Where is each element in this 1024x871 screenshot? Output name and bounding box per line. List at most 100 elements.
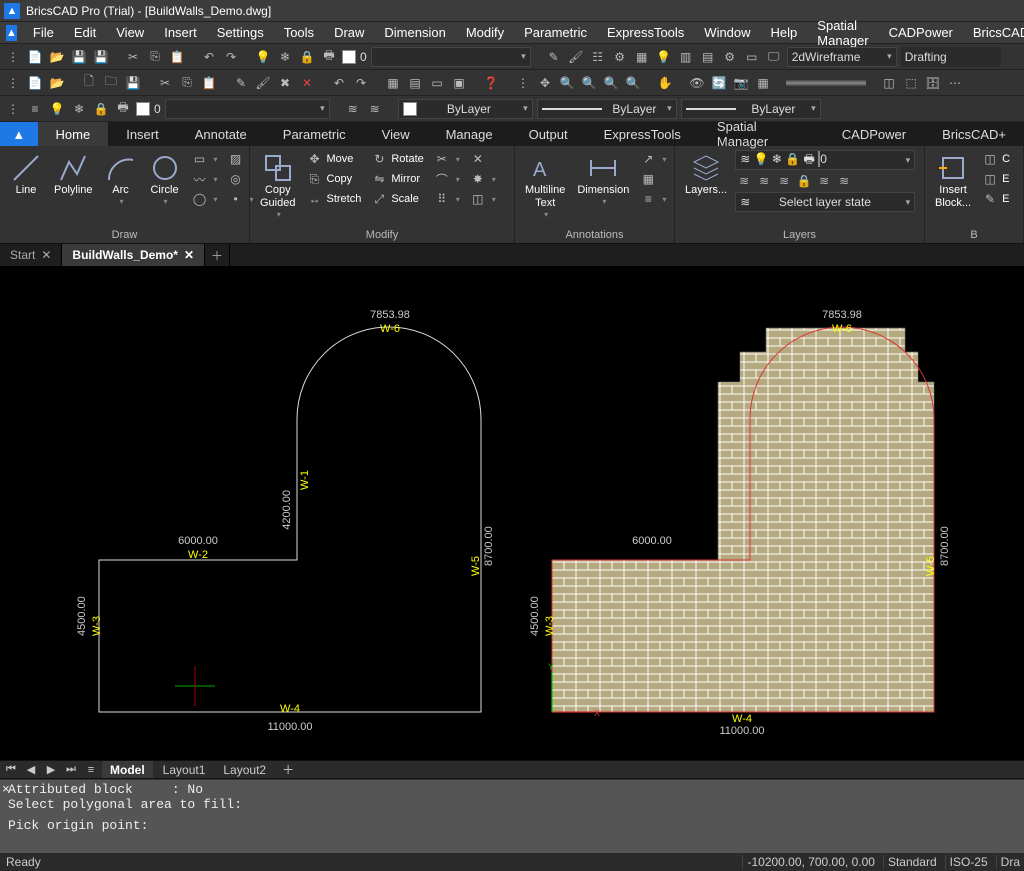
style-icon[interactable]: ☷ — [589, 48, 607, 66]
lock-icon[interactable]: 🔒 — [298, 48, 316, 66]
redo-icon[interactable]: ↷ — [222, 48, 240, 66]
block-sub2-button[interactable]: ◫E — [979, 170, 1013, 188]
status-textstyle[interactable]: Standard — [883, 855, 941, 869]
lineweight-slider[interactable] — [786, 80, 866, 86]
draw-sub1-button[interactable]: ▭▾ — [189, 150, 221, 168]
close-icon[interactable]: ✕ — [41, 248, 51, 262]
open-icon[interactable]: 📂 — [48, 48, 66, 66]
layerlock-icon[interactable]: 🔒 — [795, 172, 813, 190]
print2-icon[interactable]: 🖶 — [114, 100, 132, 118]
print-icon[interactable]: 🖶 — [320, 48, 338, 66]
layerstate2-icon[interactable]: ≋ — [366, 100, 384, 118]
copy-button[interactable]: ⎘Copy — [303, 170, 364, 188]
bylayer-linetype-dropdown[interactable]: ByLayer ▾ — [537, 99, 677, 119]
vstyle-icon[interactable]: 🖵 — [765, 48, 783, 66]
copy-guided-button[interactable]: Copy Guided▾ — [256, 150, 299, 222]
saveas-icon[interactable]: 💾 — [92, 48, 110, 66]
erase-icon[interactable]: ✖ — [276, 74, 294, 92]
annot-sub1-button[interactable]: ↗▾ — [637, 150, 669, 168]
bylayer-color-dropdown[interactable]: ByLayer ▾ — [398, 99, 533, 119]
gear-icon[interactable]: ⚙ — [721, 48, 739, 66]
modify-sub2-button[interactable]: ⌒▾ — [431, 170, 463, 188]
layout-icon[interactable]: ▭ — [428, 74, 446, 92]
ribbon-tab-bricscad-plus[interactable]: BricsCAD+ — [924, 122, 1024, 146]
menu-help[interactable]: Help — [761, 25, 808, 40]
lock2-icon[interactable]: 🔒 — [92, 100, 110, 118]
modify-sub3-button[interactable]: ⠿▾ — [431, 190, 463, 208]
ribbon-tab-expresstools[interactable]: ExpressTools — [586, 122, 699, 146]
modify-sub5-button[interactable]: ✸▾ — [467, 170, 499, 188]
color-swatch[interactable] — [342, 50, 356, 64]
menu-edit[interactable]: Edit — [64, 25, 106, 40]
bylayer-lineweight-dropdown[interactable]: ByLayer ▾ — [681, 99, 821, 119]
eye-icon[interactable]: 👁 — [688, 74, 706, 92]
layer-dropdown[interactable]: ▾ — [165, 99, 330, 119]
layermore1-icon[interactable]: ≋ — [815, 172, 833, 190]
style2-icon[interactable]: ⚙ — [611, 48, 629, 66]
insert-block-button[interactable]: Insert Block... — [931, 150, 975, 212]
visual-style-dropdown[interactable]: 2dWireframe ▾ — [787, 47, 897, 67]
open2-icon[interactable]: 📂 — [48, 74, 66, 92]
paper-icon[interactable]: ▤ — [699, 48, 717, 66]
brush-icon[interactable]: 🖌 — [567, 48, 585, 66]
pan-icon[interactable]: ✋ — [656, 74, 674, 92]
layout-nav-last[interactable]: ⏭ — [62, 761, 80, 779]
command-window[interactable]: × Attributed block : No Select polygonal… — [0, 779, 1024, 853]
ribbon-tab-manage[interactable]: Manage — [428, 122, 511, 146]
grip-icon[interactable]: ⋮ — [514, 74, 532, 92]
layout-nav-prev[interactable]: ◀ — [22, 761, 40, 779]
frame-icon[interactable]: ▭ — [743, 48, 761, 66]
close-icon[interactable]: ✕ — [184, 248, 194, 262]
app-menu-icon[interactable]: ▲ — [6, 25, 17, 41]
menu-parametric[interactable]: Parametric — [514, 25, 597, 40]
grip-icon[interactable]: ⋮ — [4, 74, 22, 92]
block-sub1-button[interactable]: ◫C — [979, 150, 1013, 168]
ribbon-tab-cadpower[interactable]: CADPower — [824, 122, 924, 146]
clip-icon[interactable]: ◫ — [880, 74, 898, 92]
copy2-icon[interactable]: ⎘ — [178, 74, 196, 92]
layer-combo[interactable]: ≋ 💡 ❄ 🔒 🖶 0 ▾ — [735, 150, 915, 170]
dimension-button[interactable]: Dimension▾ — [573, 150, 633, 209]
ribbon-tab-home[interactable]: Home — [38, 122, 109, 146]
menu-file[interactable]: File — [23, 25, 64, 40]
new2-icon[interactable]: 📄 — [26, 74, 44, 92]
copy-icon[interactable]: ⎘ — [146, 48, 164, 66]
canvas[interactable]: 7853.98 W-6 4200.00 W-1 6000.00 W-2 4500… — [0, 266, 1024, 760]
menu-settings[interactable]: Settings — [207, 25, 274, 40]
stretch-button[interactable]: ↔Stretch — [303, 190, 364, 208]
savedwg-icon[interactable]: 💾 — [124, 74, 142, 92]
zoom-win-icon[interactable]: 🔍 — [624, 74, 642, 92]
grip-icon[interactable]: ⋮ — [4, 48, 22, 66]
layout-tab-model[interactable]: Model — [102, 761, 153, 778]
layer-state-combo[interactable]: ≋ Select layer state ▾ — [735, 192, 915, 212]
help-icon[interactable]: ❓ — [482, 74, 500, 92]
layermore2-icon[interactable]: ≋ — [835, 172, 853, 190]
bulb2-icon[interactable]: 💡 — [48, 100, 66, 118]
zoom-out-icon[interactable]: 🔍 — [580, 74, 598, 92]
cut2-icon[interactable]: ✂ — [156, 74, 174, 92]
polyline-button[interactable]: Polyline — [50, 150, 97, 199]
layeroff-icon[interactable]: ≋ — [755, 172, 773, 190]
menu-window[interactable]: Window — [694, 25, 760, 40]
move-button[interactable]: ✥Move — [303, 150, 364, 168]
brush2-icon[interactable]: 🖌 — [254, 74, 272, 92]
sun-icon[interactable]: ❄ — [276, 48, 294, 66]
menu-expresstools[interactable]: ExpressTools — [597, 25, 694, 40]
orbit-icon[interactable]: 🔄 — [710, 74, 728, 92]
menu-cadpower[interactable]: CADPower — [879, 25, 963, 40]
layers-icon[interactable]: ≡ — [26, 100, 44, 118]
newdwg-icon[interactable]: 🗋 — [80, 74, 98, 92]
ribbon-tab-parametric[interactable]: Parametric — [265, 122, 364, 146]
zoom-icon[interactable]: 🔍 — [558, 74, 576, 92]
layout-tab-1[interactable]: Layout1 — [155, 761, 214, 778]
doc-tab-start[interactable]: Start ✕ — [0, 244, 62, 266]
layerfrz-icon[interactable]: ≋ — [775, 172, 793, 190]
layout-tab-add[interactable]: ＋ — [276, 761, 300, 778]
menu-bricscad-plus[interactable]: BricsCAD+ — [963, 25, 1024, 40]
cmd-prompt[interactable]: Pick origin point: — [8, 818, 1016, 833]
circle-button[interactable]: Circle▾ — [145, 150, 185, 209]
ribbon-tab-view[interactable]: View — [364, 122, 428, 146]
grid-icon[interactable]: ▥ — [677, 48, 695, 66]
ribbon-tab-annotate[interactable]: Annotate — [177, 122, 265, 146]
line-button[interactable]: Line — [6, 150, 46, 199]
